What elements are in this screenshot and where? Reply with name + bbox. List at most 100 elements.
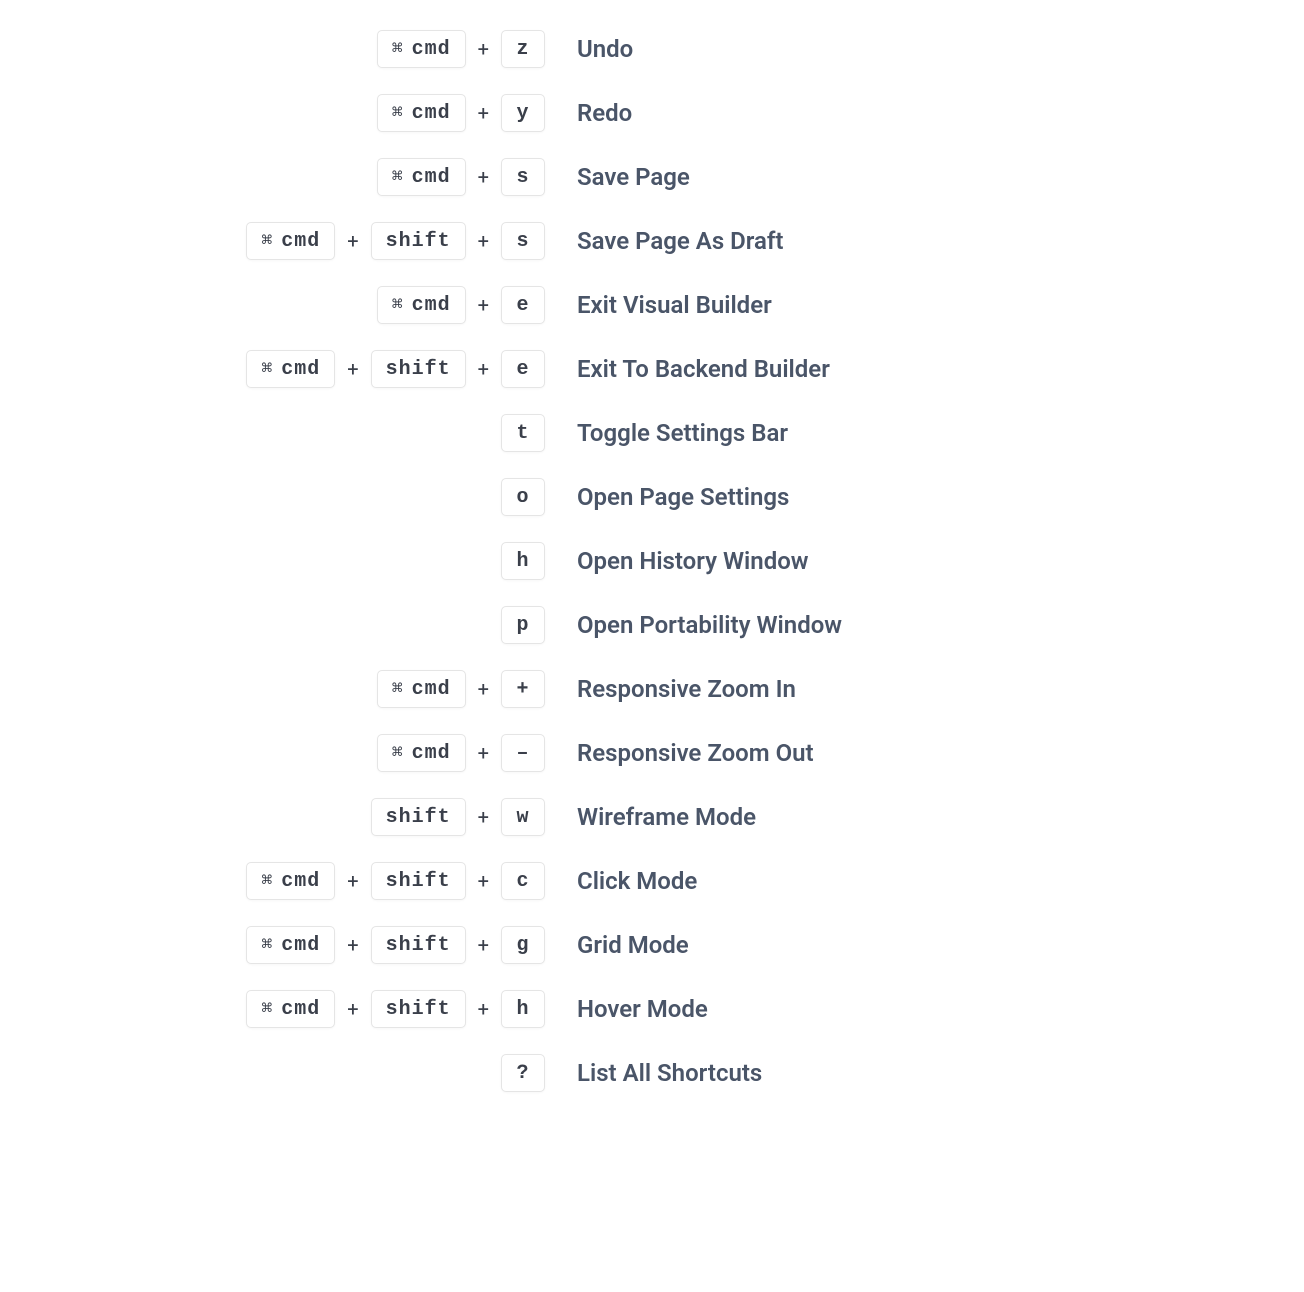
key-label: cmd xyxy=(281,934,320,957)
plus-separator: + xyxy=(478,357,489,381)
plus-separator: + xyxy=(347,357,358,381)
key-shift: shift xyxy=(371,990,466,1028)
key-letter: s xyxy=(501,158,545,196)
keys-container: shift + w xyxy=(0,798,545,836)
keys-container: p xyxy=(0,606,545,644)
shortcut-row: ⌘cmd+–Responsive Zoom Out xyxy=(0,734,1304,772)
key-letter: c xyxy=(501,862,545,900)
keys-container: ⌘ cmd + z xyxy=(0,30,545,68)
plus-separator: + xyxy=(478,229,489,253)
key-letter: z xyxy=(501,30,545,68)
shortcut-description: Exit Visual Builder xyxy=(545,291,1304,319)
key-label: cmd xyxy=(412,294,451,317)
plus-separator: + xyxy=(478,37,489,61)
shortcut-row: hOpen History Window xyxy=(0,542,1304,580)
shortcut-row: ⌘cmd + shift + hHover Mode xyxy=(0,990,1304,1028)
plus-separator: + xyxy=(478,101,489,125)
key-label: cmd xyxy=(412,742,451,765)
shortcut-row: ⌘cmd++Responsive Zoom In xyxy=(0,670,1304,708)
plus-separator: + xyxy=(347,997,358,1021)
shortcuts-list: ⌘cmd+zUndo⌘cmd+yRedo⌘cmd+sSave Page⌘cmd+… xyxy=(0,30,1304,1092)
keys-container: ? xyxy=(0,1054,545,1092)
key-label: cmd xyxy=(281,358,320,381)
keys-container: ⌘cmd+– xyxy=(0,734,545,772)
key-letter: h xyxy=(501,990,545,1028)
shortcut-description: Open Page Settings xyxy=(545,483,1304,511)
key-letter: o xyxy=(501,478,545,516)
plus-separator: + xyxy=(347,229,358,253)
key-shift: shift xyxy=(371,862,466,900)
shortcut-row: oOpen Page Settings xyxy=(0,478,1304,516)
shortcut-row: ⌘cmd+shift+sSave Page As Draft xyxy=(0,222,1304,260)
keys-container: ⌘cmd + shift + h xyxy=(0,990,545,1028)
key-cmd: ⌘cmd xyxy=(246,990,335,1028)
shortcut-description: Open Portability Window xyxy=(545,611,1304,639)
command-icon: ⌘ xyxy=(392,166,404,188)
command-icon: ⌘ xyxy=(261,230,273,252)
plus-separator: + xyxy=(478,933,489,957)
key-letter: e xyxy=(501,286,545,324)
key-cmd: ⌘cmd xyxy=(377,94,466,132)
plus-separator: + xyxy=(478,293,489,317)
command-icon: ⌘ xyxy=(392,102,404,124)
shortcut-row: ⌘ cmd + zUndo xyxy=(0,30,1304,68)
key-label: cmd xyxy=(281,998,320,1021)
key-letter: y xyxy=(501,94,545,132)
key-shift: shift xyxy=(371,222,466,260)
key-cmd: ⌘ cmd xyxy=(377,158,466,196)
key-label: cmd xyxy=(412,38,451,61)
shortcut-description: Click Mode xyxy=(545,867,1304,895)
keys-container: ⌘cmd+e xyxy=(0,286,545,324)
shortcut-description: Toggle Settings Bar xyxy=(545,419,1304,447)
key-letter: w xyxy=(501,798,545,836)
shortcut-row: ?List All Shortcuts xyxy=(0,1054,1304,1092)
shortcut-description: Wireframe Mode xyxy=(545,803,1304,831)
keys-container: t xyxy=(0,414,545,452)
keys-container: h xyxy=(0,542,545,580)
plus-separator: + xyxy=(347,933,358,957)
key-letter: t xyxy=(501,414,545,452)
shortcut-row: ⌘cmd+shift+eExit To Backend Builder xyxy=(0,350,1304,388)
keys-container: ⌘cmd+shift+e xyxy=(0,350,545,388)
command-icon: ⌘ xyxy=(261,934,273,956)
command-icon: ⌘ xyxy=(392,678,404,700)
shortcut-row: ⌘cmd + shift + cClick Mode xyxy=(0,862,1304,900)
key-cmd: ⌘ cmd xyxy=(246,926,335,964)
key-cmd: ⌘cmd xyxy=(377,670,466,708)
key-shift: shift xyxy=(371,926,466,964)
key-letter: ? xyxy=(501,1054,545,1092)
keys-container: ⌘ cmd + s xyxy=(0,158,545,196)
plus-separator: + xyxy=(478,997,489,1021)
shortcut-description: Exit To Backend Builder xyxy=(545,355,1304,383)
key-letter: s xyxy=(501,222,545,260)
key-letter: g xyxy=(501,926,545,964)
shortcut-description: Undo xyxy=(545,35,1304,63)
keys-container: ⌘cmd++ xyxy=(0,670,545,708)
shortcut-row: ⌘cmd+eExit Visual Builder xyxy=(0,286,1304,324)
key-shift: shift xyxy=(371,798,466,836)
key-label: cmd xyxy=(281,230,320,253)
shortcut-row: ⌘cmd+sSave Page xyxy=(0,158,1304,196)
key-label: cmd xyxy=(412,166,451,189)
shortcut-description: Open History Window xyxy=(545,547,1304,575)
keys-container: ⌘cmd + y xyxy=(0,94,545,132)
shortcut-row: ⌘cmd+yRedo xyxy=(0,94,1304,132)
key-letter: – xyxy=(501,734,545,772)
plus-separator: + xyxy=(478,805,489,829)
key-shift: shift xyxy=(371,350,466,388)
command-icon: ⌘ xyxy=(261,358,273,380)
shortcut-row: pOpen Portability Window xyxy=(0,606,1304,644)
keys-container: o xyxy=(0,478,545,516)
plus-separator: + xyxy=(347,869,358,893)
command-icon: ⌘ xyxy=(392,38,404,60)
plus-separator: + xyxy=(478,165,489,189)
shortcut-description: Grid Mode xyxy=(545,931,1304,959)
shortcut-description: Responsive Zoom In xyxy=(545,675,1304,703)
plus-separator: + xyxy=(478,869,489,893)
shortcut-row: tToggle Settings Bar xyxy=(0,414,1304,452)
key-cmd: ⌘cmd xyxy=(246,862,335,900)
plus-separator: + xyxy=(478,741,489,765)
key-cmd: ⌘ cmd xyxy=(246,222,335,260)
shortcut-description: List All Shortcuts xyxy=(545,1059,1304,1087)
shortcut-description: Hover Mode xyxy=(545,995,1304,1023)
